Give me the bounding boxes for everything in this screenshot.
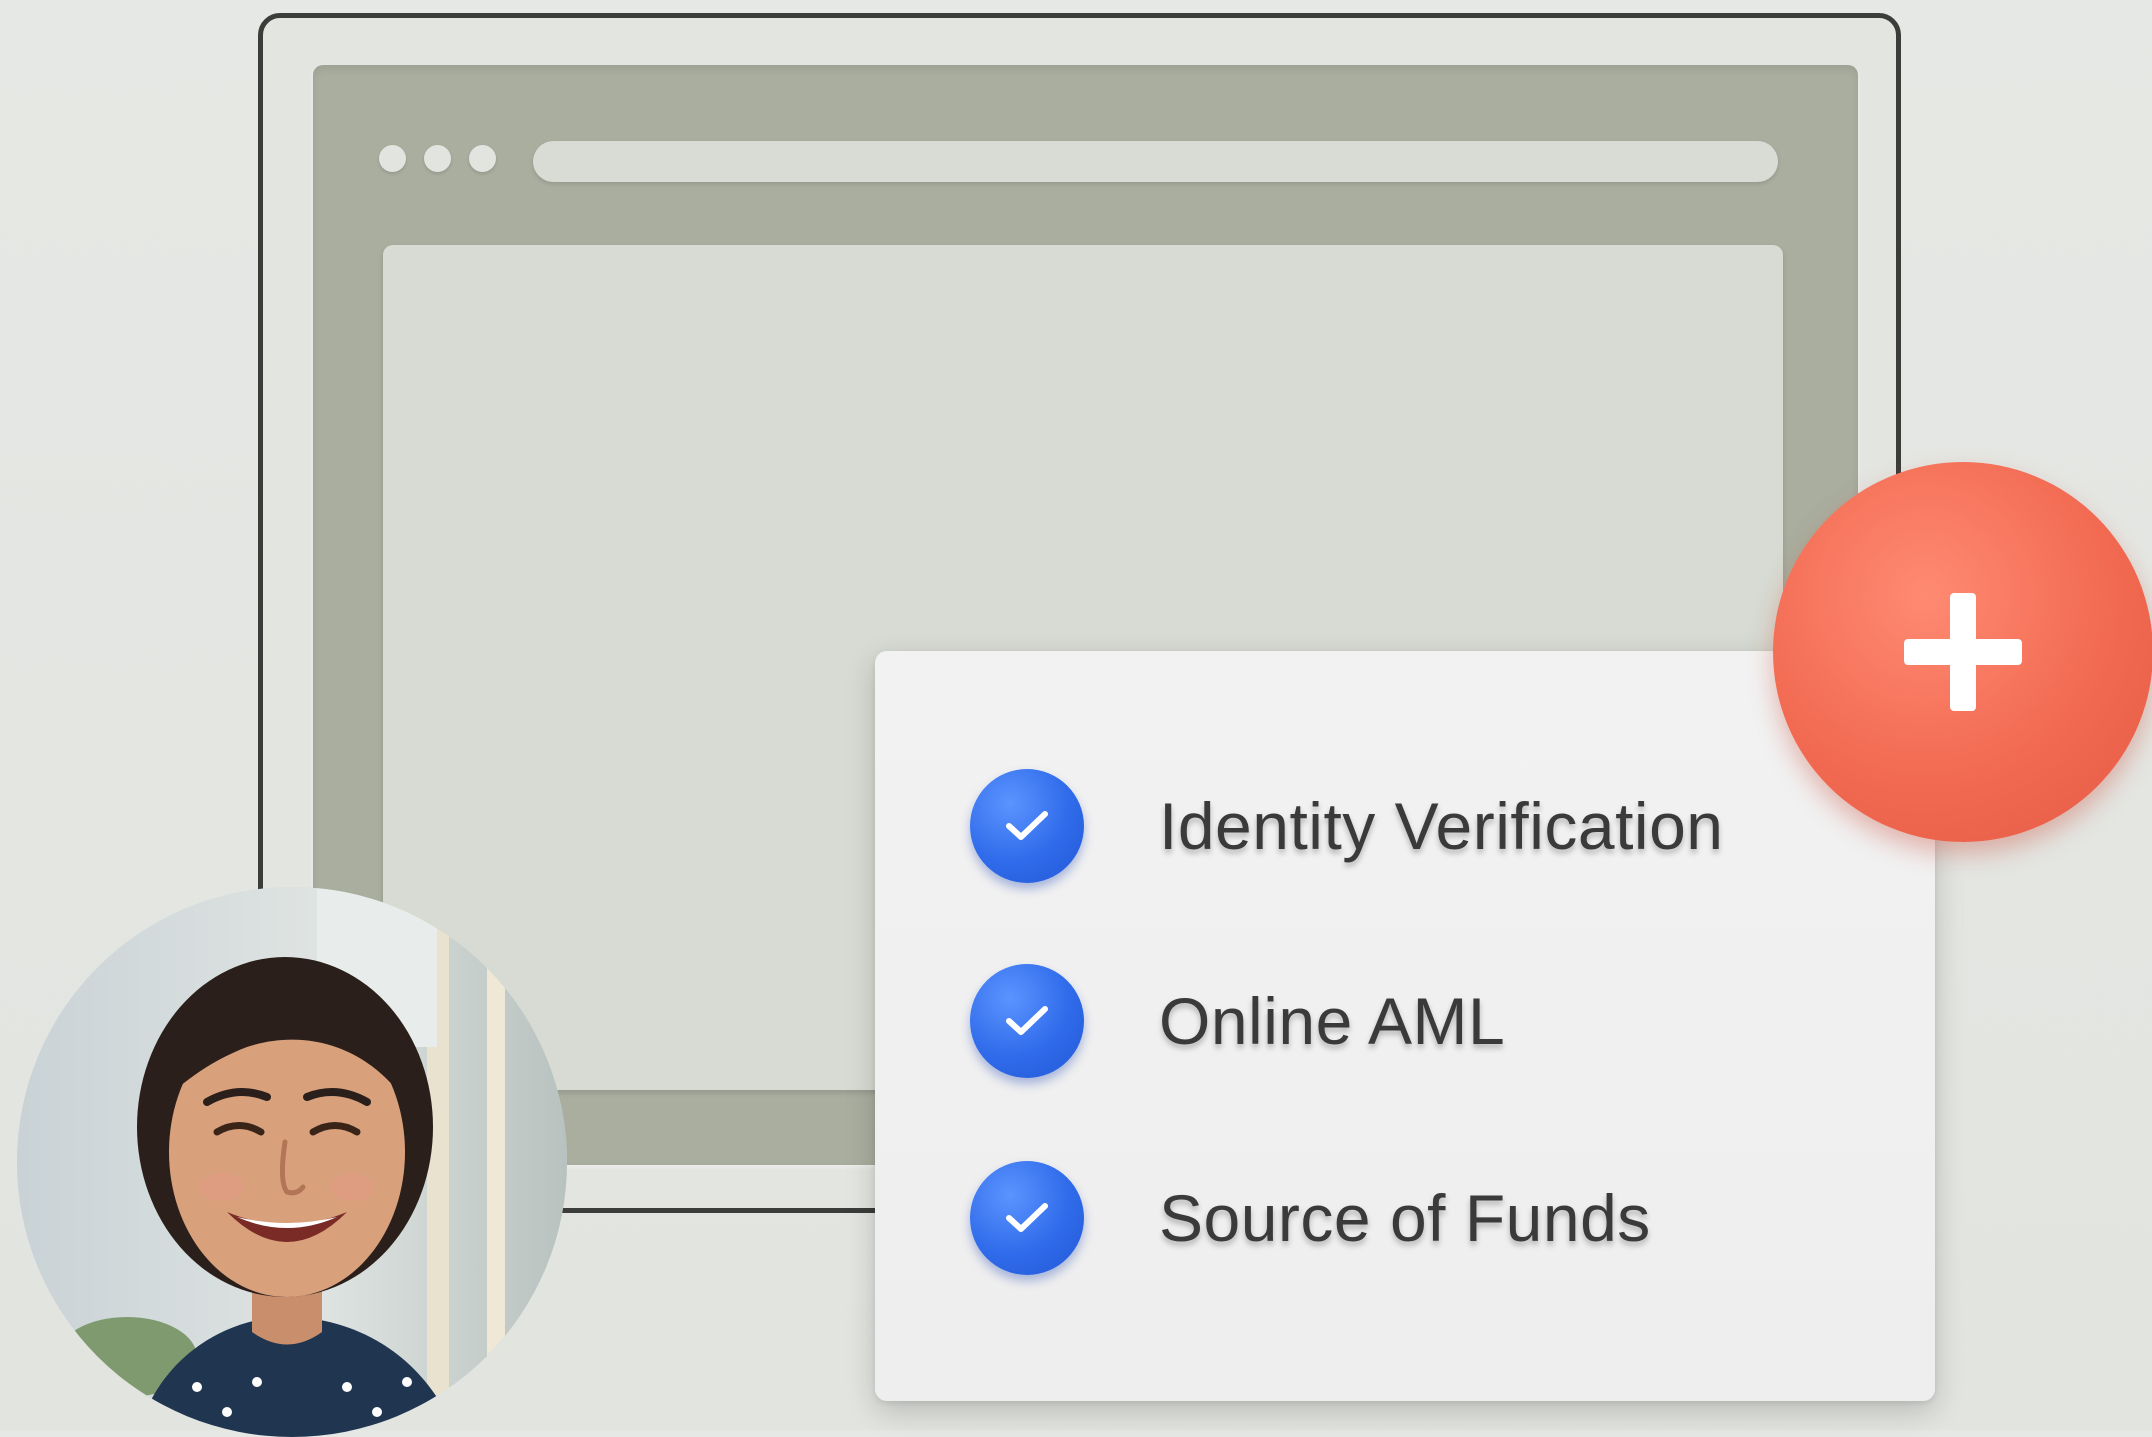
plus-icon — [1904, 593, 2022, 711]
checklist-item-label: Online AML — [1159, 984, 1506, 1058]
window-dot-2[interactable] — [424, 145, 451, 172]
window-dot-3[interactable] — [469, 145, 496, 172]
checklist-item-online-aml[interactable]: Online AML — [970, 964, 1505, 1078]
window-controls — [379, 145, 496, 172]
window-dot-1[interactable] — [379, 145, 406, 172]
checkmark-icon — [970, 769, 1084, 883]
user-photo-icon — [17, 887, 567, 1437]
checklist-item-source-of-funds[interactable]: Source of Funds — [970, 1161, 1651, 1275]
add-button[interactable] — [1773, 462, 2152, 842]
address-bar[interactable] — [533, 141, 1778, 182]
checkmark-icon — [970, 964, 1084, 1078]
checklist-item-identity-verification[interactable]: Identity Verification — [970, 769, 1723, 883]
verification-checklist-card: Identity Verification Online AML Source … — [875, 651, 1935, 1401]
checklist-item-label: Identity Verification — [1159, 789, 1724, 863]
checkmark-icon — [970, 1161, 1084, 1275]
checklist-item-label: Source of Funds — [1159, 1181, 1651, 1255]
avatar — [17, 887, 567, 1437]
